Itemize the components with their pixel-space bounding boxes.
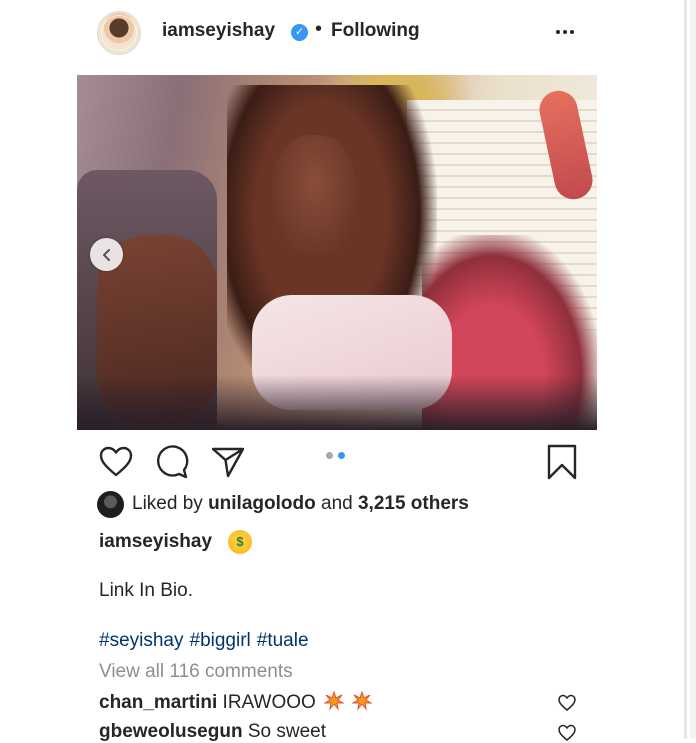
bookmark-icon[interactable] xyxy=(543,443,581,481)
more-options-icon[interactable] xyxy=(553,20,577,44)
hashtag-link[interactable]: #seyishay xyxy=(99,630,184,652)
carousel-dot-2-active xyxy=(338,452,345,459)
carousel-indicator xyxy=(326,452,345,459)
post-image[interactable] xyxy=(77,75,597,430)
hashtags: #seyishay #biggirl #tuale xyxy=(99,630,309,652)
liker-avatar[interactable] xyxy=(97,490,124,518)
carousel-dot-1 xyxy=(326,452,333,459)
verified-badge-icon: ✓ xyxy=(291,24,308,41)
window-edge xyxy=(684,0,687,739)
scrollbar-track xyxy=(690,0,696,739)
likes-conjunction: and xyxy=(321,493,353,514)
comment-text: IRAWOOO xyxy=(222,692,316,713)
comment-heart-icon[interactable] xyxy=(557,723,577,743)
comment-heart-icon[interactable] xyxy=(557,693,577,713)
collision-emoji xyxy=(324,691,345,711)
liker-username[interactable]: unilagolodo xyxy=(208,493,316,514)
post-header: iamseyishay ✓ • Following xyxy=(97,10,587,56)
paper-plane-icon[interactable] xyxy=(209,443,247,481)
action-bar xyxy=(97,443,587,483)
following-button[interactable]: Following xyxy=(331,20,420,42)
collision-emoji xyxy=(352,691,373,711)
header-username[interactable]: iamseyishay xyxy=(162,20,275,42)
comment-row: gbeweolusegun So sweet xyxy=(99,721,326,743)
view-all-comments-link[interactable]: View all 116 comments xyxy=(99,661,293,683)
caption-text: Link In Bio. xyxy=(99,580,193,601)
chevron-left-icon[interactable] xyxy=(90,238,123,271)
hashtag-link[interactable]: #biggirl xyxy=(190,630,251,652)
caption-username[interactable]: iamseyishay xyxy=(99,531,212,553)
likes-prefix: Liked by xyxy=(132,493,203,514)
comment-bubble-icon[interactable] xyxy=(153,443,191,481)
header-separator: • xyxy=(315,18,323,40)
likes-others[interactable]: 3,215 others xyxy=(358,493,469,514)
hashtag-link[interactable]: #tuale xyxy=(257,630,309,652)
likes-summary: Liked by unilagolodo and 3,215 others xyxy=(97,489,469,519)
profile-avatar[interactable] xyxy=(97,11,141,55)
money-mouth-face-emoji: $ xyxy=(228,530,252,554)
comment-row: chan_martini IRAWOOO xyxy=(99,691,373,714)
heart-icon[interactable] xyxy=(97,443,135,481)
comment-username[interactable]: chan_martini xyxy=(99,692,217,713)
